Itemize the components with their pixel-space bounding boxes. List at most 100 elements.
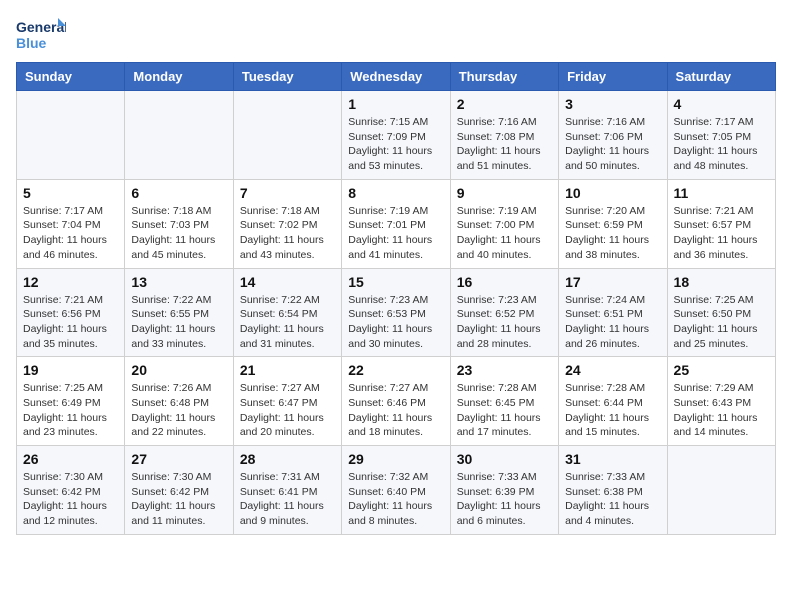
day-number: 23 [457,362,552,378]
day-number: 4 [674,96,769,112]
calendar-cell: 3 Sunrise: 7:16 AM Sunset: 7:06 PM Daylig… [559,91,667,180]
calendar-week-row: 19 Sunrise: 7:25 AM Sunset: 6:49 PM Dayli… [17,357,776,446]
calendar-cell: 11 Sunrise: 7:21 AM Sunset: 6:57 PM Dayli… [667,179,775,268]
day-info: Sunrise: 7:19 AM Sunset: 7:00 PM Dayligh… [457,204,552,263]
day-number: 2 [457,96,552,112]
calendar-cell: 4 Sunrise: 7:17 AM Sunset: 7:05 PM Daylig… [667,91,775,180]
day-info: Sunrise: 7:33 AM Sunset: 6:39 PM Dayligh… [457,470,552,529]
day-number: 10 [565,185,660,201]
calendar-cell: 2Sunrise: 7:16 AM Sunset: 7:08 PM Daylig… [450,91,558,180]
calendar-cell: 9 Sunrise: 7:19 AM Sunset: 7:00 PM Daylig… [450,179,558,268]
day-number: 28 [240,451,335,467]
calendar-cell [667,446,775,535]
column-header-monday: Monday [125,63,233,91]
day-number: 5 [23,185,118,201]
calendar-cell: 10 Sunrise: 7:20 AM Sunset: 6:59 PM Dayli… [559,179,667,268]
calendar-cell: 13 Sunrise: 7:22 AM Sunset: 6:55 PM Dayli… [125,268,233,357]
day-info: Sunrise: 7:22 AM Sunset: 6:55 PM Dayligh… [131,293,226,352]
day-number: 11 [674,185,769,201]
calendar-cell: 15 Sunrise: 7:23 AM Sunset: 6:53 PM Dayli… [342,268,450,357]
calendar-cell: 24 Sunrise: 7:28 AM Sunset: 6:44 PM Dayli… [559,357,667,446]
calendar-cell: 8 Sunrise: 7:19 AM Sunset: 7:01 PM Daylig… [342,179,450,268]
day-number: 18 [674,274,769,290]
calendar-cell [125,91,233,180]
calendar-week-row: 12 Sunrise: 7:21 AM Sunset: 6:56 PM Dayli… [17,268,776,357]
day-number: 16 [457,274,552,290]
day-info: Sunrise: 7:17 AM Sunset: 7:04 PM Dayligh… [23,204,118,263]
calendar-cell: 22 Sunrise: 7:27 AM Sunset: 6:46 PM Dayli… [342,357,450,446]
day-number: 9 [457,185,552,201]
column-header-thursday: Thursday [450,63,558,91]
day-info: Sunrise: 7:21 AM Sunset: 6:56 PM Dayligh… [23,293,118,352]
day-number: 22 [348,362,443,378]
calendar-cell: 16 Sunrise: 7:23 AM Sunset: 6:52 PM Dayli… [450,268,558,357]
day-info: Sunrise: 7:25 AM Sunset: 6:49 PM Dayligh… [23,381,118,440]
day-info: Sunrise: 7:23 AM Sunset: 6:53 PM Dayligh… [348,293,443,352]
day-number: 17 [565,274,660,290]
calendar-cell [17,91,125,180]
day-info: Sunrise: 7:18 AM Sunset: 7:03 PM Dayligh… [131,204,226,263]
calendar-cell: 18 Sunrise: 7:25 AM Sunset: 6:50 PM Dayli… [667,268,775,357]
day-number: 14 [240,274,335,290]
calendar-header-row: SundayMondayTuesdayWednesdayThursdayFrid… [17,63,776,91]
day-number: 3 [565,96,660,112]
day-info: Sunrise: 7:25 AM Sunset: 6:50 PM Dayligh… [674,293,769,352]
day-number: 6 [131,185,226,201]
column-header-sunday: Sunday [17,63,125,91]
calendar-cell: 31Sunrise: 7:33 AM Sunset: 6:38 PM Dayli… [559,446,667,535]
calendar-week-row: 26 Sunrise: 7:30 AM Sunset: 6:42 PM Dayli… [17,446,776,535]
day-number: 29 [348,451,443,467]
day-number: 7 [240,185,335,201]
day-number: 26 [23,451,118,467]
calendar-cell: 6 Sunrise: 7:18 AM Sunset: 7:03 PM Daylig… [125,179,233,268]
day-number: 24 [565,362,660,378]
day-number: 21 [240,362,335,378]
calendar-cell: 20Sunrise: 7:26 AM Sunset: 6:48 PM Dayli… [125,357,233,446]
day-number: 13 [131,274,226,290]
day-info: Sunrise: 7:30 AM Sunset: 6:42 PM Dayligh… [23,470,118,529]
calendar-cell: 14 Sunrise: 7:22 AM Sunset: 6:54 PM Dayli… [233,268,341,357]
calendar-cell: 28 Sunrise: 7:31 AM Sunset: 6:41 PM Dayli… [233,446,341,535]
calendar-cell: 23 Sunrise: 7:28 AM Sunset: 6:45 PM Dayli… [450,357,558,446]
day-number: 15 [348,274,443,290]
day-info: Sunrise: 7:15 AM Sunset: 7:09 PM Dayligh… [348,115,443,174]
day-info: Sunrise: 7:18 AM Sunset: 7:02 PM Dayligh… [240,204,335,263]
calendar-cell [233,91,341,180]
day-number: 8 [348,185,443,201]
calendar-cell: 1 Sunrise: 7:15 AM Sunset: 7:09 PM Daylig… [342,91,450,180]
day-info: Sunrise: 7:27 AM Sunset: 6:46 PM Dayligh… [348,381,443,440]
day-number: 1 [348,96,443,112]
calendar-cell: 27Sunrise: 7:30 AM Sunset: 6:42 PM Dayli… [125,446,233,535]
calendar-cell: 7 Sunrise: 7:18 AM Sunset: 7:02 PM Daylig… [233,179,341,268]
day-info: Sunrise: 7:31 AM Sunset: 6:41 PM Dayligh… [240,470,335,529]
calendar-cell: 29 Sunrise: 7:32 AM Sunset: 6:40 PM Dayli… [342,446,450,535]
day-info: Sunrise: 7:17 AM Sunset: 7:05 PM Dayligh… [674,115,769,174]
day-info: Sunrise: 7:33 AM Sunset: 6:38 PM Dayligh… [565,470,660,529]
calendar-cell: 12 Sunrise: 7:21 AM Sunset: 6:56 PM Dayli… [17,268,125,357]
day-info: Sunrise: 7:27 AM Sunset: 6:47 PM Dayligh… [240,381,335,440]
day-info: Sunrise: 7:28 AM Sunset: 6:44 PM Dayligh… [565,381,660,440]
day-info: Sunrise: 7:19 AM Sunset: 7:01 PM Dayligh… [348,204,443,263]
day-info: Sunrise: 7:22 AM Sunset: 6:54 PM Dayligh… [240,293,335,352]
column-header-friday: Friday [559,63,667,91]
day-info: Sunrise: 7:28 AM Sunset: 6:45 PM Dayligh… [457,381,552,440]
day-info: Sunrise: 7:23 AM Sunset: 6:52 PM Dayligh… [457,293,552,352]
column-header-tuesday: Tuesday [233,63,341,91]
day-info: Sunrise: 7:20 AM Sunset: 6:59 PM Dayligh… [565,204,660,263]
calendar-cell: 25Sunrise: 7:29 AM Sunset: 6:43 PM Dayli… [667,357,775,446]
svg-text:Blue: Blue [16,35,47,51]
column-header-wednesday: Wednesday [342,63,450,91]
calendar-cell: 30 Sunrise: 7:33 AM Sunset: 6:39 PM Dayli… [450,446,558,535]
column-header-saturday: Saturday [667,63,775,91]
day-number: 30 [457,451,552,467]
logo: General Blue [16,16,66,52]
calendar-cell: 26 Sunrise: 7:30 AM Sunset: 6:42 PM Dayli… [17,446,125,535]
day-info: Sunrise: 7:32 AM Sunset: 6:40 PM Dayligh… [348,470,443,529]
day-info: Sunrise: 7:16 AM Sunset: 7:06 PM Dayligh… [565,115,660,174]
calendar-week-row: 1 Sunrise: 7:15 AM Sunset: 7:09 PM Daylig… [17,91,776,180]
day-number: 19 [23,362,118,378]
calendar-cell: 17Sunrise: 7:24 AM Sunset: 6:51 PM Dayli… [559,268,667,357]
day-info: Sunrise: 7:21 AM Sunset: 6:57 PM Dayligh… [674,204,769,263]
logo-svg: General Blue [16,16,66,52]
day-number: 12 [23,274,118,290]
